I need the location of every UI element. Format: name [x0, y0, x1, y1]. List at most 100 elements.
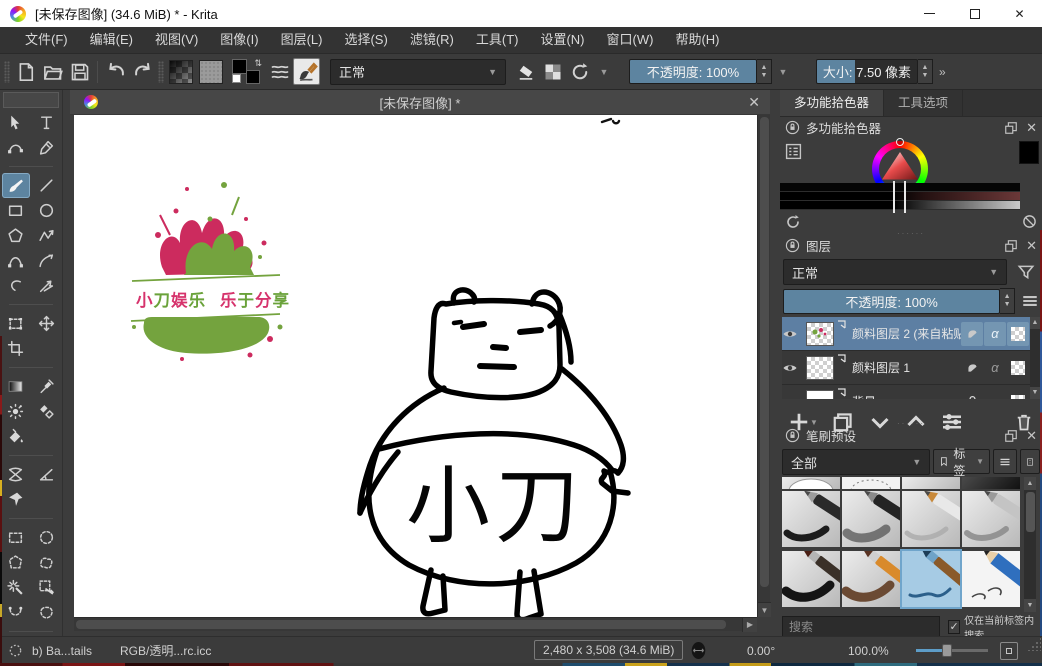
- layer-style-icon[interactable]: [961, 322, 983, 346]
- layer-name[interactable]: 颜料图层 1: [852, 359, 961, 376]
- menu-item-5[interactable]: 选择(S): [333, 27, 398, 53]
- current-color-swatch[interactable]: [1019, 141, 1039, 164]
- polygon-tool-icon[interactable]: [2, 223, 30, 248]
- layer-row[interactable]: 背景 α: [782, 385, 1030, 399]
- preserve-alpha-button[interactable]: [539, 58, 566, 85]
- ellipse-tool-icon[interactable]: [33, 198, 61, 223]
- close-panel-icon[interactable]: ✕: [1026, 238, 1037, 254]
- float-panel-icon[interactable]: [1004, 121, 1018, 135]
- edit-shapes-tool-icon[interactable]: [2, 135, 30, 160]
- layer-visibility-icon[interactable]: [782, 326, 806, 342]
- dynamic-brush-tool-icon[interactable]: [2, 273, 30, 298]
- colorize-mask-tool-icon[interactable]: [2, 399, 30, 424]
- rectangle-tool-icon[interactable]: [2, 198, 30, 223]
- new-document-button[interactable]: [12, 58, 39, 85]
- float-panel-icon[interactable]: [1004, 239, 1018, 253]
- panel-lock-icon[interactable]: [785, 238, 800, 253]
- scroll-down-icon[interactable]: ▼: [758, 602, 771, 617]
- brush-preset-airbrush-soft[interactable]: [962, 477, 1020, 489]
- layer-filter-icon[interactable]: [1013, 259, 1039, 285]
- scroll-down-icon[interactable]: ▼: [1024, 599, 1036, 612]
- save-button[interactable]: [66, 58, 93, 85]
- layer-row[interactable]: 颜料图层 2 (来自粘贴)α: [782, 317, 1030, 351]
- refresh-colors-icon[interactable]: [785, 214, 801, 230]
- brush-preset-eraser-small[interactable]: [902, 477, 960, 489]
- layer-alpha-icon[interactable]: α: [984, 390, 1006, 400]
- calligraphy-tool-icon[interactable]: [33, 135, 61, 160]
- preset-scrollbar[interactable]: ▲ ▼: [1024, 477, 1036, 612]
- inherit-alpha-icon[interactable]: [1007, 390, 1029, 400]
- color-triangle[interactable]: [882, 152, 918, 184]
- tag-button[interactable]: 标签 ▼: [933, 449, 990, 474]
- select-similar-tool-icon[interactable]: [2, 575, 30, 600]
- select-freehand-tool-icon[interactable]: [33, 550, 61, 575]
- toolbox-header[interactable]: [3, 92, 59, 108]
- search-in-tag-checkbox[interactable]: ✓: [948, 620, 960, 634]
- layer-style-icon[interactable]: [961, 356, 983, 380]
- panel-lock-icon[interactable]: [785, 120, 800, 135]
- select-poly-tool-icon[interactable]: [2, 550, 30, 575]
- scroll-up-icon[interactable]: ▲: [1030, 317, 1040, 329]
- select-rect-tool-icon[interactable]: [2, 525, 30, 550]
- menu-item-4[interactable]: 图层(L): [270, 27, 334, 53]
- close-button[interactable]: ✕: [997, 0, 1042, 27]
- menu-item-7[interactable]: 工具(T): [465, 27, 530, 53]
- layer-blending-mode-dropdown[interactable]: 正常▼: [783, 259, 1007, 285]
- menu-item-1[interactable]: 编辑(E): [79, 27, 144, 53]
- gradient-tool-icon[interactable]: [2, 374, 30, 399]
- pan-indicator-icon[interactable]: [690, 637, 707, 664]
- menu-item-3[interactable]: 图像(I): [209, 27, 269, 53]
- layer-name[interactable]: 背景: [852, 393, 961, 399]
- freehand-path-tool-icon[interactable]: [33, 248, 61, 273]
- layer-thumbnail[interactable]: [806, 356, 834, 380]
- assistants-tool-icon[interactable]: [2, 462, 30, 487]
- block-icon[interactable]: [1022, 214, 1037, 229]
- menu-item-2[interactable]: 视图(V): [144, 27, 209, 53]
- maximize-button[interactable]: [952, 0, 997, 27]
- close-panel-icon[interactable]: ✕: [1026, 428, 1037, 444]
- color-history-bars[interactable]: [780, 183, 1020, 211]
- brush-preset-paint-brush-dark[interactable]: [782, 551, 840, 607]
- multibrush-tool-icon[interactable]: [33, 273, 61, 298]
- foreground-background-colors[interactable]: ⇅: [230, 58, 262, 86]
- brush-preset-fineliner-white[interactable]: [902, 491, 960, 547]
- opacity-spinner[interactable]: ▲▼: [757, 59, 772, 84]
- layer-alpha-icon[interactable]: α: [984, 322, 1006, 346]
- rotation-angle-label[interactable]: 0.00°: [747, 637, 775, 664]
- select-ants-tool-icon[interactable]: [33, 600, 61, 625]
- line-tool-icon[interactable]: [33, 173, 61, 198]
- layer-alpha-icon[interactable]: α: [984, 356, 1006, 380]
- tab-tool-options[interactable]: 工具选项: [884, 90, 963, 116]
- resize-grip[interactable]: [1027, 637, 1041, 651]
- pattern-chooser[interactable]: [199, 60, 223, 84]
- brush-preset-technical-pen[interactable]: [962, 491, 1020, 547]
- reload-preset-button[interactable]: [566, 58, 593, 85]
- transform-tool-icon[interactable]: [2, 311, 30, 336]
- layer-list-scrollbar[interactable]: ▲ ▼: [1030, 317, 1040, 399]
- freehand-brush-tool-icon[interactable]: [2, 173, 30, 198]
- polyline-tool-icon[interactable]: [33, 223, 61, 248]
- canvas[interactable]: 小刀娱乐 乐于分享: [74, 115, 757, 617]
- subwindow-close-icon[interactable]: ✕: [748, 90, 760, 115]
- zoom-slider[interactable]: [916, 637, 988, 664]
- layer-visibility-icon[interactable]: [782, 394, 806, 400]
- color-profile-label[interactable]: RGB/透明...rc.icc: [120, 637, 211, 664]
- fill-tool-icon[interactable]: [2, 424, 30, 449]
- reference-images-tool-icon[interactable]: [2, 487, 30, 512]
- brush-size-spinner[interactable]: ▲▼: [918, 59, 933, 84]
- chevron-down-icon[interactable]: ▼: [596, 67, 612, 77]
- subwindow-titlebar[interactable]: [未保存图像] * ✕: [70, 90, 770, 115]
- preset-search-input[interactable]: [782, 616, 940, 638]
- gradient-chooser[interactable]: [169, 60, 193, 84]
- hue-handle[interactable]: [896, 138, 904, 146]
- select-magnetic-tool-icon[interactable]: [2, 600, 30, 625]
- brush-preset-eraser-circle[interactable]: [782, 477, 840, 489]
- layer-opacity-slider[interactable]: 不透明度: 100%: [783, 289, 1000, 314]
- layer-row[interactable]: 颜料图层 1 α: [782, 351, 1030, 385]
- inherit-alpha-icon[interactable]: [1007, 322, 1029, 346]
- scroll-up-icon[interactable]: ▲: [1024, 477, 1036, 490]
- text-tool-icon[interactable]: [33, 110, 61, 135]
- redo-button[interactable]: [129, 58, 156, 85]
- layer-thumbnail[interactable]: [806, 390, 834, 400]
- brush-preset-ink-pen[interactable]: [782, 491, 840, 547]
